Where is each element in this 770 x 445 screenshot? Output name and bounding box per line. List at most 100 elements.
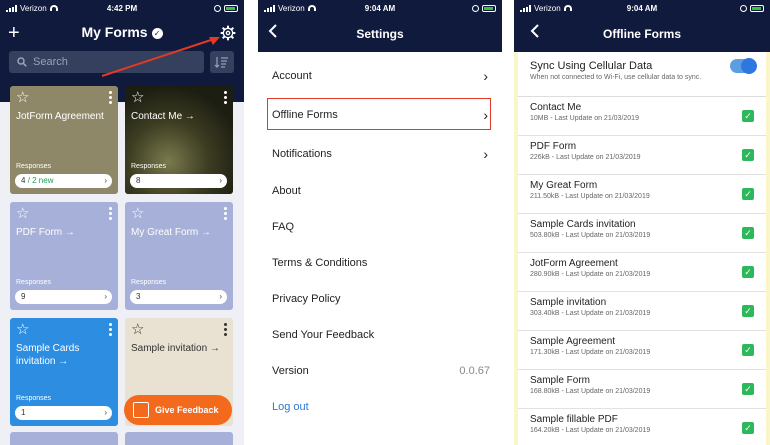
chevron-right-icon: › — [219, 292, 222, 301]
menu-item-label: Privacy Policy — [272, 293, 341, 305]
star-icon[interactable]: ☆ — [16, 90, 29, 105]
responses-pill[interactable]: 9 › — [15, 290, 112, 304]
form-meta: 226kB - Last Update on 21/03/2019 — [530, 154, 641, 161]
logout-button[interactable]: Log out — [258, 389, 502, 425]
responses-pill[interactable]: 3 › — [130, 290, 227, 304]
star-icon[interactable]: ☆ — [131, 206, 144, 221]
new-responses-count: / 2 new — [27, 176, 54, 185]
list-item[interactable]: JotForm Agreement 280.90kB - Last Update… — [518, 253, 766, 292]
offline-checkbox[interactable]: ✓ — [742, 305, 754, 317]
list-item[interactable]: PDF Form 226kB - Last Update on 21/03/20… — [518, 136, 766, 175]
highlight-box — [267, 98, 491, 130]
menu-item-version: Version 0.0.67 — [258, 353, 502, 389]
menu-item-privacy-policy[interactable]: Privacy Policy — [258, 281, 502, 317]
list-item[interactable]: Sample fillable PDF 164.20kB - Last Upda… — [518, 409, 766, 445]
status-bar: Verizon 9:04 AM — [514, 0, 770, 16]
menu-item-account[interactable]: Account › — [258, 56, 502, 95]
star-icon[interactable]: ☆ — [16, 206, 29, 221]
more-options-icon[interactable] — [109, 207, 112, 222]
offline-forms-screen: Verizon 9:04 AM Offline Forms Sync Using… — [514, 0, 770, 445]
menu-item-send-feedback[interactable]: Send Your Feedback — [258, 317, 502, 353]
form-name: JotForm Agreement — [530, 258, 618, 269]
form-meta: 164.20kB - Last Update on 21/03/2019 — [530, 427, 651, 434]
form-card[interactable]: ☆ JotForm Agreement Responses 4 / 2 new … — [10, 86, 118, 194]
form-card[interactable]: ☆ PDF Form → Responses 9 › — [10, 202, 118, 310]
more-options-icon[interactable] — [109, 323, 112, 338]
offline-checkbox[interactable]: ✓ — [742, 266, 754, 278]
form-name: Sample Agreement — [530, 336, 616, 347]
responses-pill[interactable]: 4 / 2 new › — [15, 174, 112, 188]
responses-label: Responses — [16, 279, 52, 286]
form-meta: 211.50kB - Last Update on 21/03/2019 — [530, 193, 650, 200]
offline-checkbox[interactable]: ✓ — [742, 422, 754, 434]
offline-checkbox[interactable]: ✓ — [742, 149, 754, 161]
battery-icon — [224, 4, 238, 12]
clock: 9:04 AM — [364, 3, 396, 13]
star-icon[interactable]: ☆ — [131, 322, 144, 337]
form-name: My Great Form — [530, 180, 598, 191]
list-item[interactable]: Sample Agreement 171.30kB - Last Update … — [518, 331, 766, 370]
menu-item-faq[interactable]: FAQ — [258, 209, 502, 245]
list-item[interactable]: Sample Form 168.80kB - Last Update on 21… — [518, 370, 766, 409]
menu-item-terms[interactable]: Terms & Conditions — [258, 245, 502, 281]
chevron-right-icon: › — [104, 408, 107, 417]
clock: 9:04 AM — [626, 3, 658, 13]
list-item[interactable]: My Great Form 211.50kB - Last Update on … — [518, 175, 766, 214]
form-meta: 303.40kB - Last Update on 21/03/2019 — [530, 310, 651, 317]
form-card[interactable]: ☆ Contact Me → Responses 8 › — [125, 86, 233, 194]
responses-count: 1 — [21, 408, 26, 417]
status-bar: Verizon 4:42 PM — [0, 0, 244, 16]
sync-cellular-toggle[interactable] — [730, 58, 757, 74]
form-card[interactable] — [10, 432, 118, 445]
offline-forms-body: Sync Using Cellular Data When not connec… — [518, 52, 766, 445]
form-card[interactable]: ☆ Sample Cards invitation → Responses 1 … — [10, 318, 118, 426]
more-options-icon[interactable] — [224, 207, 227, 222]
responses-pill[interactable]: 8 › — [130, 174, 227, 188]
form-card[interactable] — [125, 432, 233, 445]
form-meta: 168.80kB - Last Update on 21/03/2019 — [530, 388, 651, 395]
form-card-title: JotForm Agreement — [16, 111, 104, 122]
star-icon[interactable]: ☆ — [131, 90, 144, 105]
responses-count: 4 — [21, 176, 26, 185]
responses-label: Responses — [131, 279, 167, 286]
offline-checkbox[interactable]: ✓ — [742, 110, 754, 122]
responses-label: Responses — [16, 163, 52, 170]
give-feedback-button[interactable]: Give Feedback — [124, 395, 232, 425]
form-name: Sample invitation — [530, 297, 607, 308]
gear-icon[interactable] — [220, 25, 236, 41]
star-icon[interactable]: ☆ — [16, 322, 29, 337]
offline-checkbox[interactable]: ✓ — [742, 188, 754, 200]
responses-pill[interactable]: 1 › — [15, 406, 112, 420]
form-card[interactable]: ☆ My Great Form → Responses 3 › — [125, 202, 233, 310]
form-name: PDF Form — [530, 141, 577, 152]
battery-icon — [750, 4, 764, 12]
responses-count: 9 — [21, 292, 26, 301]
version-value: 0.0.67 — [459, 365, 490, 377]
status-bar: Verizon 9:04 AM — [258, 0, 502, 16]
search-icon — [17, 57, 27, 67]
more-options-icon[interactable] — [224, 323, 227, 338]
chevron-right-icon: › — [104, 292, 107, 301]
clock: 4:42 PM — [106, 3, 138, 13]
list-item[interactable]: Sample invitation 303.40kB - Last Update… — [518, 292, 766, 331]
offline-checkbox[interactable]: ✓ — [742, 227, 754, 239]
form-meta: 280.90kB - Last Update on 21/03/2019 — [530, 271, 651, 278]
more-options-icon[interactable] — [109, 91, 112, 106]
more-options-icon[interactable] — [224, 91, 227, 106]
form-card-title: PDF Form → — [16, 227, 75, 238]
annotation-arrow — [101, 37, 220, 77]
menu-item-notifications[interactable]: Notifications › — [258, 134, 502, 173]
form-card-title: Sample invitation → — [131, 343, 220, 354]
menu-item-about[interactable]: About — [258, 173, 502, 209]
form-card-title: Contact Me → — [131, 111, 195, 122]
top-navbar: Verizon 9:04 AM Settings — [258, 0, 502, 52]
offline-checkbox[interactable]: ✓ — [742, 344, 754, 356]
responses-label: Responses — [16, 395, 52, 402]
responses-label: Responses — [131, 163, 167, 170]
list-item[interactable]: Contact Me 10MB - Last Update on 21/03/2… — [518, 97, 766, 136]
top-navbar: Verizon 9:04 AM Offline Forms — [514, 0, 770, 52]
offline-checkbox[interactable]: ✓ — [742, 383, 754, 395]
list-item[interactable]: Sample Cards invitation 503.80kB - Last … — [518, 214, 766, 253]
form-name: Sample fillable PDF — [530, 414, 618, 425]
edit-icon — [133, 402, 149, 418]
